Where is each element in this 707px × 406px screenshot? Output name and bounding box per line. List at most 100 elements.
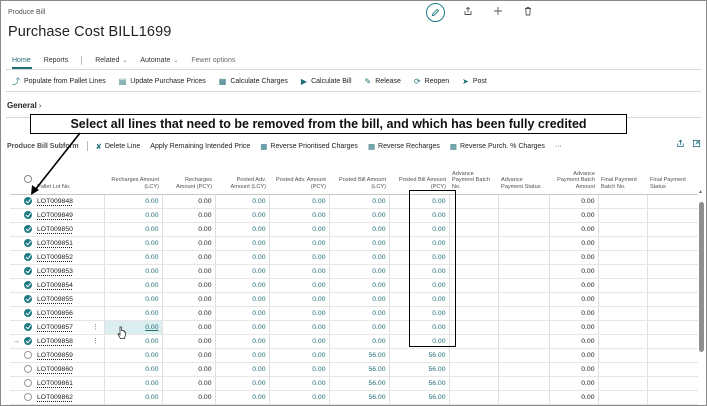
final-payment-status-cell[interactable] — [646, 292, 698, 307]
recharges-lcy-cell[interactable]: 0.00 — [103, 292, 162, 307]
pallet-lot-no-cell[interactable]: LOT009861 — [34, 376, 87, 391]
final-payment-batch-no-cell[interactable] — [597, 292, 647, 307]
adv-payment-status-cell[interactable] — [497, 222, 549, 237]
row-select-checkbox[interactable] — [21, 278, 34, 293]
pallet-lot-no-cell[interactable]: LOT009862 — [34, 390, 87, 405]
adv-payment-batch-no-cell[interactable] — [448, 376, 498, 391]
final-payment-status-cell[interactable] — [646, 348, 698, 363]
final-payment-batch-no-cell[interactable] — [597, 362, 647, 377]
adv-payment-batch-amount-cell[interactable]: 0.00 — [548, 208, 598, 223]
posted-adv-pcy-cell[interactable]: 0.00 — [268, 334, 329, 349]
adv-payment-batch-amount-cell[interactable]: 0.00 — [548, 362, 598, 377]
adv-payment-batch-amount-cell[interactable]: 0.00 — [548, 236, 598, 251]
col-adv-payment-batch-no[interactable]: Advance Payment Batch No. — [449, 160, 498, 195]
posted-adv-pcy-cell[interactable]: 0.00 — [268, 264, 329, 279]
posted-adv-lcy-cell[interactable]: 0.00 — [214, 306, 269, 321]
final-payment-status-cell[interactable] — [646, 334, 698, 349]
final-payment-batch-no-cell[interactable] — [597, 390, 647, 405]
recharges-pcy-cell[interactable]: 0.00 — [161, 264, 215, 279]
table-row[interactable]: LOT009851 0.00 0.00 0.00 0.00 0.00 0.00 0.00 — [10, 236, 698, 251]
pallet-lot-no-cell[interactable]: LOT009855 — [34, 292, 87, 307]
final-payment-status-cell[interactable] — [646, 264, 698, 279]
col-adv-payment-status[interactable]: Advance Payment Status — [498, 160, 549, 195]
recharges-pcy-cell[interactable]: 0.00 — [161, 348, 215, 363]
table-row[interactable]: → LOT009858 ⋮ 0.00 0.00 0.00 0.00 0.00 0.00 0.00 — [10, 334, 698, 349]
row-select-checkbox[interactable] — [21, 292, 34, 307]
posted-bill-lcy-cell[interactable]: 56.00 — [328, 376, 389, 391]
posted-bill-lcy-cell[interactable]: 0.00 — [328, 208, 389, 223]
adv-payment-batch-amount-cell[interactable]: 0.00 — [548, 264, 598, 279]
delete-icon[interactable] — [521, 6, 535, 19]
posted-bill-lcy-cell[interactable]: 0.00 — [328, 236, 389, 251]
recharges-pcy-cell[interactable]: 0.00 — [161, 334, 215, 349]
posted-bill-pcy-cell[interactable]: 0.00 — [388, 222, 449, 237]
posted-adv-lcy-cell[interactable]: 0.00 — [214, 278, 269, 293]
pallet-lot-no-cell[interactable]: LOT009853 — [34, 264, 87, 279]
final-payment-batch-no-cell[interactable] — [597, 236, 647, 251]
col-final-payment-batch-no[interactable]: Final Payment Batch No. — [598, 160, 647, 195]
posted-adv-lcy-cell[interactable]: 0.00 — [214, 222, 269, 237]
pallet-lot-no-cell[interactable]: LOT009851 — [34, 236, 87, 251]
select-all-checkbox[interactable] — [21, 160, 34, 195]
table-row[interactable]: LOT009855 0.00 0.00 0.00 0.00 0.00 0.00 0.00 — [10, 292, 698, 307]
recharges-pcy-cell[interactable]: 0.00 — [161, 320, 215, 335]
posted-bill-pcy-cell[interactable]: 0.00 — [388, 236, 449, 251]
final-payment-status-cell[interactable] — [646, 278, 698, 293]
table-row[interactable]: LOT009860 0.00 0.00 0.00 0.00 56.00 56.00 0.00 — [10, 362, 698, 377]
col-final-payment-status[interactable]: Final Payment Status — [647, 160, 698, 195]
adv-payment-status-cell[interactable] — [497, 208, 549, 223]
final-payment-batch-no-cell[interactable] — [597, 222, 647, 237]
adv-payment-status-cell[interactable] — [497, 362, 549, 377]
calculate-charges-button[interactable]: ▦ Calculate Charges — [219, 77, 288, 86]
posted-bill-pcy-cell[interactable]: 0.00 — [388, 208, 449, 223]
adv-payment-batch-amount-cell[interactable]: 0.00 — [548, 222, 598, 237]
adv-payment-batch-amount-cell[interactable]: 0.00 — [548, 250, 598, 265]
adv-payment-status-cell[interactable] — [497, 376, 549, 391]
row-select-checkbox[interactable] — [21, 236, 34, 251]
adv-payment-status-cell[interactable] — [497, 306, 549, 321]
reverse-prioritised-charges-button[interactable]: ▦ Reverse Prioritised Charges — [260, 142, 358, 151]
recharges-lcy-cell[interactable]: 0.00 — [103, 208, 162, 223]
posted-adv-lcy-cell[interactable]: 0.00 — [214, 264, 269, 279]
recharges-lcy-cell[interactable]: 0.00 — [103, 334, 162, 349]
row-menu-icon[interactable]: ⋮ — [87, 334, 104, 349]
adv-payment-batch-amount-cell[interactable]: 0.00 — [548, 194, 598, 209]
update-purchase-prices-button[interactable]: ▤ Update Purchase Prices — [119, 77, 206, 86]
posted-adv-lcy-cell[interactable]: 0.00 — [214, 320, 269, 335]
menu-reports[interactable]: Reports — [44, 57, 69, 64]
adv-payment-batch-amount-cell[interactable]: 0.00 — [548, 292, 598, 307]
posted-adv-pcy-cell[interactable]: 0.00 — [268, 320, 329, 335]
posted-adv-lcy-cell[interactable]: 0.00 — [214, 334, 269, 349]
posted-adv-pcy-cell[interactable]: 0.00 — [268, 236, 329, 251]
general-section-header[interactable]: General › — [7, 101, 41, 110]
posted-adv-pcy-cell[interactable]: 0.00 — [268, 222, 329, 237]
adv-payment-batch-no-cell[interactable] — [448, 208, 498, 223]
posted-adv-lcy-cell[interactable]: 0.00 — [214, 194, 269, 209]
row-select-checkbox[interactable] — [21, 208, 34, 223]
pallet-lot-no-cell[interactable]: LOT009860 — [34, 362, 87, 377]
final-payment-batch-no-cell[interactable] — [597, 250, 647, 265]
adv-payment-batch-no-cell[interactable] — [448, 264, 498, 279]
row-select-checkbox[interactable] — [21, 376, 34, 391]
posted-bill-lcy-cell[interactable]: 0.00 — [328, 222, 389, 237]
posted-bill-pcy-cell[interactable]: 56.00 — [388, 348, 449, 363]
table-row[interactable]: LOT009861 0.00 0.00 0.00 0.00 56.00 56.00 0.00 — [10, 376, 698, 391]
posted-adv-lcy-cell[interactable]: 0.00 — [214, 236, 269, 251]
pallet-lot-no-cell[interactable]: LOT009854 — [34, 278, 87, 293]
pallet-lot-no-cell[interactable]: LOT009859 — [34, 348, 87, 363]
adv-payment-batch-no-cell[interactable] — [448, 320, 498, 335]
row-select-checkbox[interactable] — [21, 306, 34, 321]
adv-payment-status-cell[interactable] — [497, 194, 549, 209]
recharges-pcy-cell[interactable]: 0.00 — [161, 250, 215, 265]
menu-related[interactable]: Related ⌄ — [95, 57, 127, 64]
share-icon[interactable] — [676, 139, 685, 150]
posted-bill-pcy-cell[interactable]: 0.00 — [388, 306, 449, 321]
pallet-lot-no-cell[interactable]: LOT009849 — [34, 208, 87, 223]
final-payment-status-cell[interactable] — [646, 306, 698, 321]
pallet-lot-no-cell[interactable]: LOT009850 — [34, 222, 87, 237]
recharges-lcy-cell[interactable]: 0.00 — [103, 264, 162, 279]
posted-bill-pcy-cell[interactable]: 0.00 — [388, 320, 449, 335]
adv-payment-batch-amount-cell[interactable]: 0.00 — [548, 376, 598, 391]
recharges-pcy-cell[interactable]: 0.00 — [161, 376, 215, 391]
adv-payment-status-cell[interactable] — [497, 264, 549, 279]
